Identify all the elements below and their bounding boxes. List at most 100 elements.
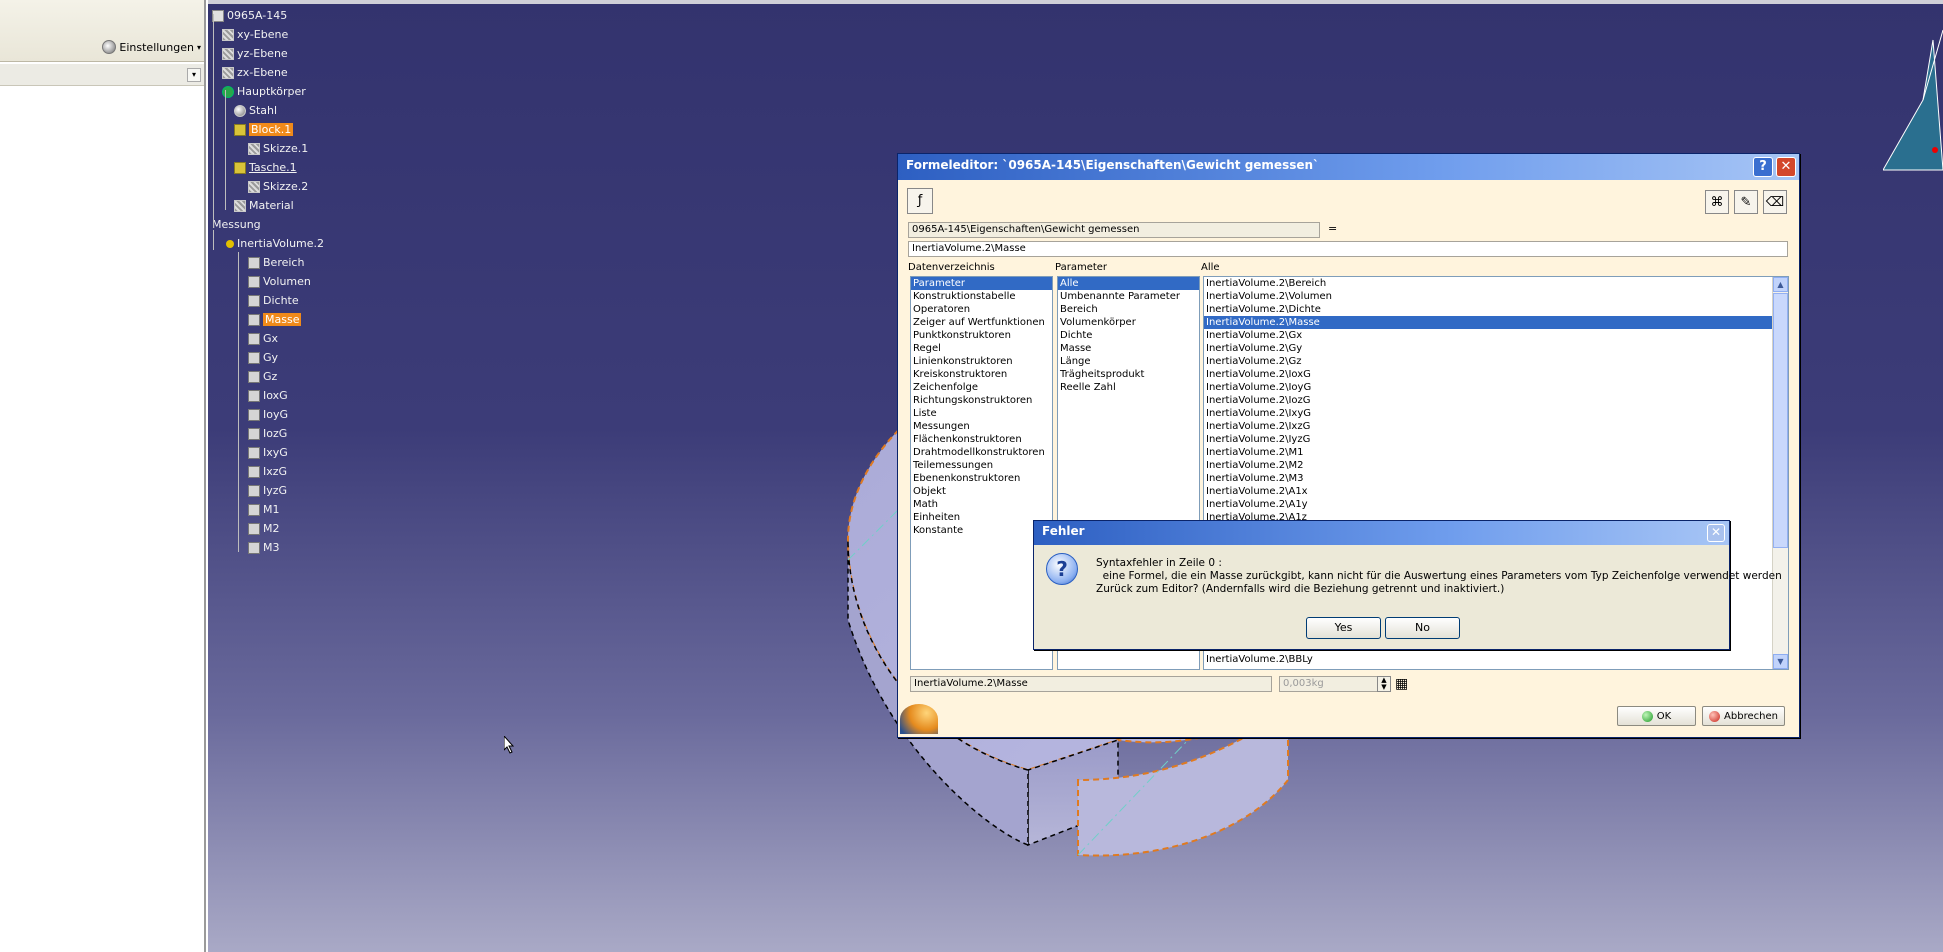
error-titlebar[interactable]: Fehler ✕ [1034, 521, 1729, 545]
tree-param[interactable]: IxyG [248, 446, 288, 459]
tree-sketch[interactable]: Skizze.2 [248, 180, 308, 193]
close-icon[interactable]: ✕ [1707, 524, 1725, 542]
yes-button[interactable]: Yes [1306, 617, 1381, 639]
list-item[interactable]: Zeichenfolge [911, 381, 1052, 394]
list-item[interactable]: Umbenannte Parameter [1058, 290, 1199, 303]
ok-button[interactable]: OK [1617, 706, 1696, 726]
list-item[interactable]: Dichte [1058, 329, 1199, 342]
list-item[interactable]: Punktkonstruktoren [911, 329, 1052, 342]
list-item[interactable]: InertiaVolume.2\IxzG [1204, 420, 1788, 433]
tree-param[interactable]: Dichte [248, 294, 299, 307]
list-item[interactable]: Regel [911, 342, 1052, 355]
tree-param[interactable]: Gy [248, 351, 278, 364]
tree-param[interactable]: Bereich [248, 256, 304, 269]
tree-material[interactable]: Material [234, 199, 294, 212]
list-item[interactable]: InertiaVolume.2\A1x [1204, 485, 1788, 498]
list-item[interactable]: InertiaVolume.2\IozG [1204, 394, 1788, 407]
close-button[interactable]: ✕ [1776, 157, 1796, 177]
list-item[interactable]: InertiaVolume.2\Bereich [1204, 277, 1788, 290]
tree-param[interactable]: IoxG [248, 389, 288, 402]
list-item[interactable]: Math [911, 498, 1052, 511]
list-item[interactable]: InertiaVolume.2\IxyG [1204, 407, 1788, 420]
tree-param[interactable]: Volumen [248, 275, 311, 288]
help-button[interactable]: ? [1753, 157, 1773, 177]
list-item[interactable]: Einheiten [911, 511, 1052, 524]
list-item[interactable]: InertiaVolume.2\Gz [1204, 355, 1788, 368]
tree-param[interactable]: IozG [248, 427, 287, 440]
list-item[interactable]: InertiaVolume.2\M2 [1204, 459, 1788, 472]
no-button[interactable]: No [1385, 617, 1460, 639]
tree-param[interactable]: IoyG [248, 408, 288, 421]
list-item[interactable]: InertiaVolume.2\M1 [1204, 446, 1788, 459]
tree-block[interactable]: Block.1 [234, 123, 294, 136]
list-item[interactable]: Zeiger auf Wertfunktionen [911, 316, 1052, 329]
list-item[interactable]: Volumenkörper [1058, 316, 1199, 329]
comment-button[interactable]: ✎ [1734, 190, 1758, 214]
list-item[interactable]: Trägheitsprodukt [1058, 368, 1199, 381]
list-item[interactable]: Alle [1058, 277, 1199, 290]
list-item[interactable]: Ebenenkonstruktoren [911, 472, 1052, 485]
list-item[interactable]: Objekt [911, 485, 1052, 498]
dropdown-button[interactable]: ▾ [187, 68, 201, 82]
tree-param[interactable]: Gx [248, 332, 278, 345]
tree-param[interactable]: M3 [248, 541, 280, 554]
calculator-icon[interactable]: ▦ [1395, 675, 1413, 693]
tree-root[interactable]: 0965A-145 [212, 9, 287, 22]
cancel-button[interactable]: Abbrechen [1702, 706, 1785, 726]
list-item[interactable]: InertiaVolume.2\A1y [1204, 498, 1788, 511]
list-item[interactable]: InertiaVolume.2\M3 [1204, 472, 1788, 485]
tree-param[interactable]: IyzG [248, 484, 287, 497]
tree-plane[interactable]: yz-Ebene [222, 47, 288, 60]
tree-param[interactable]: Gz [248, 370, 277, 383]
tree-param[interactable]: IxzG [248, 465, 287, 478]
list-item[interactable]: Teilemessungen [911, 459, 1052, 472]
list-item[interactable]: Bereich [1058, 303, 1199, 316]
list-item[interactable]: Länge [1058, 355, 1199, 368]
list-item[interactable]: Konstruktionstabelle [911, 290, 1052, 303]
list-item[interactable]: Reelle Zahl [1058, 381, 1199, 394]
list-item[interactable]: Messungen [911, 420, 1052, 433]
tree-plane[interactable]: zx-Ebene [222, 66, 288, 79]
dictionary-toolbar-button[interactable]: ƒ [907, 188, 933, 214]
scroll-up-icon[interactable]: ▲ [1773, 277, 1788, 292]
tree-measure[interactable]: Messung [212, 218, 261, 231]
tree-param[interactable]: Masse [248, 313, 302, 326]
list-item[interactable]: Masse [1058, 342, 1199, 355]
settings-button[interactable]: Einstellungen ▾ [102, 40, 201, 54]
list-item[interactable]: InertiaVolume.2\BBLy [1204, 653, 1313, 666]
tree-plane[interactable]: xy-Ebene [222, 28, 288, 41]
list-item[interactable]: Operatoren [911, 303, 1052, 316]
list-item[interactable]: InertiaVolume.2\Volumen [1204, 290, 1788, 303]
tree-body[interactable]: Hauptkörper [222, 85, 306, 98]
list-item[interactable]: Liste [911, 407, 1052, 420]
tree-param[interactable]: M2 [248, 522, 280, 535]
dictionary-list[interactable]: Parameter Konstruktionstabelle Operatoren Z… [910, 276, 1053, 670]
scroll-down-icon[interactable]: ▼ [1773, 654, 1788, 669]
list-item[interactable]: InertiaVolume.2\Masse [1204, 316, 1788, 329]
list-item[interactable]: Flächenkonstruktoren [911, 433, 1052, 446]
list-item[interactable]: Kreiskonstruktoren [911, 368, 1052, 381]
compass-icon[interactable] [1883, 20, 1943, 180]
list-item[interactable]: InertiaVolume.2\IoxG [1204, 368, 1788, 381]
formula-input[interactable]: InertiaVolume.2\Masse [908, 241, 1788, 257]
list-item[interactable]: Konstante [911, 524, 1052, 537]
list-item[interactable]: Richtungskonstruktoren [911, 394, 1052, 407]
list-item[interactable]: InertiaVolume.2\IyzG [1204, 433, 1788, 446]
scroll-thumb[interactable] [1773, 293, 1788, 548]
member-button[interactable]: ⌘ [1705, 190, 1729, 214]
tree-inertia[interactable]: InertiaVolume.2 [226, 237, 324, 250]
list-item[interactable]: InertiaVolume.2\Gx [1204, 329, 1788, 342]
list-item[interactable]: Linienkonstruktoren [911, 355, 1052, 368]
tree-material-applied[interactable]: Stahl [234, 104, 277, 117]
list-item[interactable]: InertiaVolume.2\IoyG [1204, 381, 1788, 394]
vertical-scrollbar[interactable]: ▲ ▼ [1772, 277, 1788, 669]
list-item[interactable]: InertiaVolume.2\Dichte [1204, 303, 1788, 316]
list-item[interactable]: InertiaVolume.2\Gy [1204, 342, 1788, 355]
tree-param[interactable]: M1 [248, 503, 280, 516]
list-item[interactable]: Parameter [911, 277, 1052, 290]
eraser-button[interactable]: ⌫ [1763, 190, 1787, 214]
tree-pocket[interactable]: Tasche.1 [234, 161, 297, 174]
list-item[interactable]: Drahtmodellkonstruktoren [911, 446, 1052, 459]
tree-sketch[interactable]: Skizze.1 [248, 142, 308, 155]
formula-editor-titlebar[interactable]: Formeleditor: `0965A-145\Eigenschaften\G… [898, 154, 1799, 180]
